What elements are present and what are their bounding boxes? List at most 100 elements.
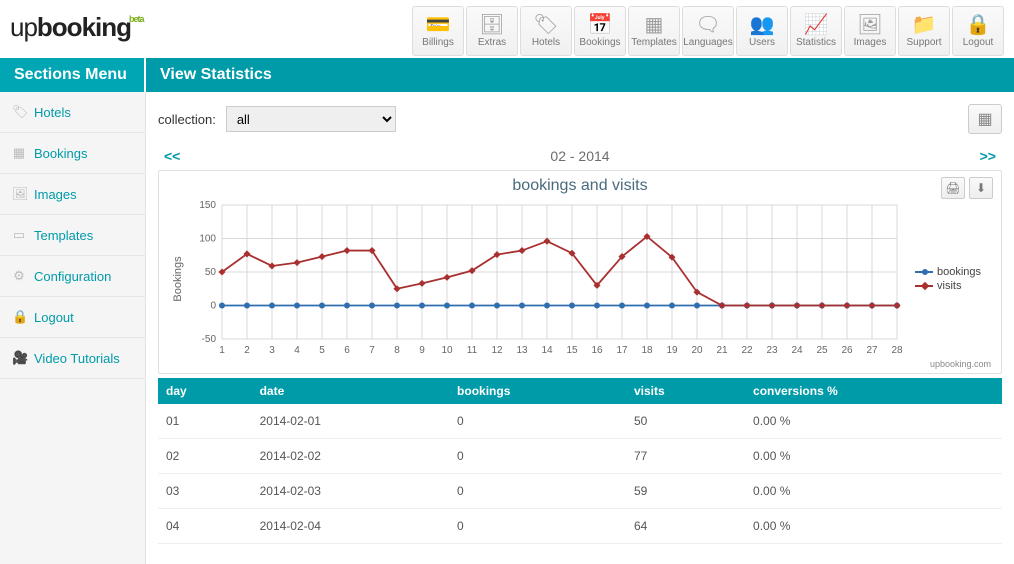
grid-toggle-button[interactable]: ▦	[968, 104, 1002, 134]
sidebar-item-label: Hotels	[34, 105, 71, 120]
svg-text:11: 11	[467, 345, 478, 356]
sidebar-item-configuration[interactable]: ⚙Configuration	[0, 256, 145, 297]
svg-text:9: 9	[419, 345, 425, 356]
download-chart-button[interactable]: ⬇	[969, 177, 993, 199]
topnav-support[interactable]: 📁 Support	[898, 6, 950, 56]
month-nav: << 02 - 2014 >>	[158, 144, 1002, 170]
topnav-templates[interactable]: ▦Templates	[628, 6, 680, 56]
topnav-images[interactable]: 🖼Images	[844, 6, 896, 56]
svg-text:15: 15	[566, 345, 578, 356]
topnav-label: Support	[906, 37, 941, 48]
sidebar-item-hotels[interactable]: 🏷Hotels	[0, 92, 145, 133]
sidebar-item-label: Images	[34, 187, 77, 202]
legend-label-bookings: bookings	[937, 266, 981, 278]
cell: 0	[449, 509, 626, 544]
svg-text:12: 12	[491, 345, 503, 356]
cell: 0	[449, 439, 626, 474]
images-icon: 🖼	[12, 186, 26, 202]
col-visits: visits	[626, 378, 745, 404]
svg-text:23: 23	[766, 345, 778, 356]
print-chart-button[interactable]: 🖨	[941, 177, 965, 199]
legend-item-visits: visits	[915, 280, 981, 292]
svg-text:2: 2	[244, 345, 250, 356]
topnav-label: Templates	[631, 37, 677, 48]
languages-icon: 🗨	[695, 15, 720, 35]
print-icon: 🖨	[945, 181, 960, 195]
svg-text:Bookings: Bookings	[172, 256, 184, 302]
main: 🏷Hotels▦Bookings🖼Images▭Templates⚙Config…	[0, 92, 1014, 564]
topnav-languages[interactable]: 🗨Languages	[682, 6, 734, 56]
content: collection: all ▦ << 02 - 2014 >> 🖨 ⬇ bo…	[146, 92, 1014, 564]
svg-text:3: 3	[269, 345, 275, 356]
topnav-label: Images	[854, 37, 887, 48]
configuration-icon: ⚙	[12, 268, 26, 284]
col-day: day	[158, 378, 252, 404]
logout-icon: 🔒	[12, 309, 26, 325]
next-month-button[interactable]: >>	[980, 148, 996, 164]
table-row: 032014-02-030590.00 %	[158, 474, 1002, 509]
cell: 0.00 %	[745, 509, 1002, 544]
bookings-icon: 📅	[588, 15, 613, 35]
svg-text:28: 28	[891, 345, 903, 356]
cell: 59	[626, 474, 745, 509]
cell: 0	[449, 404, 626, 439]
topnav-label: Extras	[478, 37, 506, 48]
sidebar-item-label: Logout	[34, 310, 74, 325]
topnav-users[interactable]: 👥Users	[736, 6, 788, 56]
support-icon: 📁	[912, 15, 937, 35]
svg-text:1: 1	[219, 345, 225, 356]
svg-text:16: 16	[591, 345, 603, 356]
svg-text:13: 13	[516, 345, 528, 356]
sidebar-item-templates[interactable]: ▭Templates	[0, 215, 145, 256]
cell: 0.00 %	[745, 439, 1002, 474]
cell: 03	[158, 474, 252, 509]
table-row: 042014-02-040640.00 %	[158, 509, 1002, 544]
svg-text:27: 27	[866, 345, 878, 356]
topnav-logout[interactable]: 🔒Logout	[952, 6, 1004, 56]
sidebar-item-images[interactable]: 🖼 Images	[0, 174, 145, 215]
chart-card: 🖨 ⬇ bookings and visits -500501001501234…	[158, 170, 1002, 374]
prev-month-button[interactable]: <<	[164, 148, 180, 164]
collection-select[interactable]: all	[226, 106, 396, 132]
cell: 77	[626, 439, 745, 474]
cell: 02	[158, 439, 252, 474]
col-date: date	[252, 378, 449, 404]
svg-text:25: 25	[816, 345, 828, 356]
legend-swatch-bookings	[915, 271, 933, 273]
svg-text:20: 20	[691, 345, 703, 356]
sidebar: 🏷Hotels▦Bookings 🖼 Images ▭Templates⚙Config…	[0, 92, 146, 564]
logo-main: booking	[37, 12, 131, 42]
topnav-statistics[interactable]: 📈Statistics	[790, 6, 842, 56]
col-conversions--: conversions %	[745, 378, 1002, 404]
topnav-label: Bookings	[579, 37, 620, 48]
topnav-extras[interactable]: 🗄 Extras	[466, 6, 518, 56]
cell: 0.00 %	[745, 404, 1002, 439]
cell: 0	[449, 474, 626, 509]
topnav-hotels[interactable]: 🏷Hotels	[520, 6, 572, 56]
bookings-icon: ▦	[12, 145, 26, 161]
cell: 2014-02-01	[252, 404, 449, 439]
cell: 2014-02-03	[252, 474, 449, 509]
stats-table: daydatebookingsvisitsconversions % 01201…	[158, 378, 1002, 544]
topnav-billings[interactable]: 💳Billings	[412, 6, 464, 56]
svg-text:4: 4	[294, 345, 300, 356]
sidebar-item-logout[interactable]: 🔒 Logout	[0, 297, 145, 338]
table-row: 022014-02-020770.00 %	[158, 439, 1002, 474]
sidebar-item-bookings[interactable]: ▦Bookings	[0, 133, 145, 174]
legend-swatch-visits	[915, 285, 933, 287]
chart-wrap: -500501001501234567891011121314151617181…	[167, 199, 993, 359]
svg-text:14: 14	[541, 345, 553, 356]
svg-text:100: 100	[199, 234, 216, 245]
hotels-icon: 🏷	[533, 15, 558, 35]
topnav-bookings[interactable]: 📅 Bookings	[574, 6, 626, 56]
sidebar-item-label: Video Tutorials	[34, 351, 120, 366]
table-body: 012014-02-010500.00 %022014-02-020770.00…	[158, 404, 1002, 544]
svg-text:22: 22	[741, 345, 753, 356]
page-title: View Statistics	[146, 58, 1014, 92]
extras-icon: 🗄	[479, 15, 504, 35]
svg-text:10: 10	[441, 345, 453, 356]
billings-icon: 💳	[426, 15, 451, 35]
sidebar-item-video-tutorials[interactable]: 🎥Video Tutorials	[0, 338, 145, 379]
chart-title: bookings and visits	[167, 175, 993, 199]
cell: 0.00 %	[745, 474, 1002, 509]
